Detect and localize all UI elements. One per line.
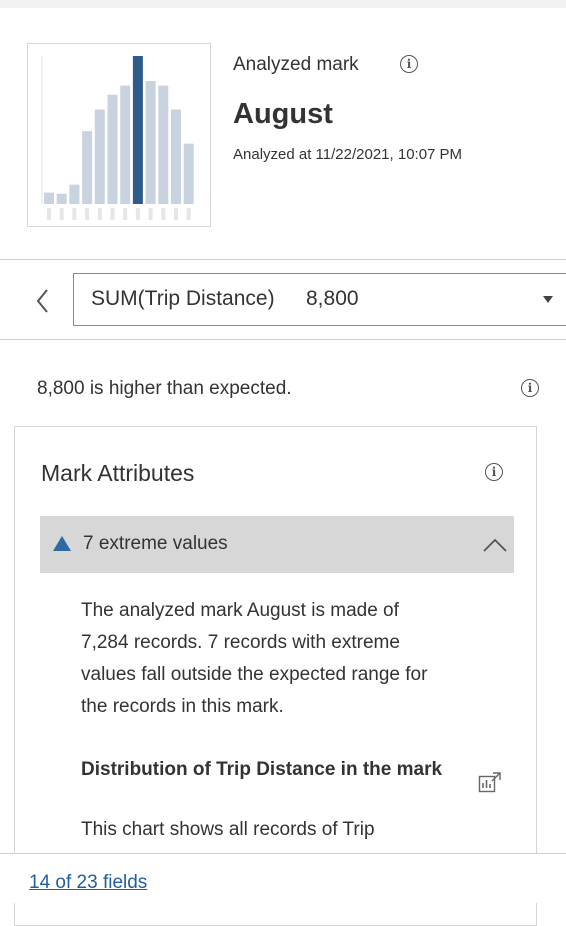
thumbnail-bar xyxy=(82,131,93,204)
open-chart-icon[interactable] xyxy=(478,771,502,793)
thumbnail-bar xyxy=(107,94,118,204)
top-strip xyxy=(0,0,566,8)
body-line: 7,284 records. 7 records with extreme xyxy=(81,632,400,653)
footer: 14 of 23 fields xyxy=(0,853,566,903)
measure-select[interactable]: SUM(Trip Distance) 8,800 xyxy=(73,273,566,326)
thumbnail-bar xyxy=(69,184,80,204)
distribution-description: This chart shows all records of Trip xyxy=(81,819,375,840)
thumbnail-bar xyxy=(171,109,181,204)
divider xyxy=(0,259,566,260)
thumbnail-tick-label xyxy=(161,208,166,220)
thumbnail-tick-label xyxy=(174,208,178,220)
thumbnail-tick-label xyxy=(47,208,51,220)
thumbnail-bar xyxy=(158,85,169,204)
thumbnail-bar xyxy=(44,192,54,204)
caret-down-icon xyxy=(543,296,553,303)
card-title: Mark Attributes xyxy=(41,460,195,486)
thumbnail-tick-label xyxy=(85,208,90,220)
analyzed-mark-label: Analyzed mark xyxy=(233,54,359,75)
thumbnail-tick-label xyxy=(123,208,128,220)
info-icon[interactable]: i xyxy=(485,463,503,481)
body-line: the records in this mark. xyxy=(81,696,284,717)
thumbnail-tick-label xyxy=(135,208,140,220)
analyzed-timestamp: Analyzed at 11/22/2021, 10:07 PM xyxy=(233,146,463,163)
thumbnail-tick-label xyxy=(186,208,191,220)
thumbnail-svg xyxy=(41,56,194,220)
info-icon[interactable]: i xyxy=(400,55,418,73)
accordion-label: 7 extreme values xyxy=(83,533,228,554)
accordion-body: The analyzed mark August is made of 7,28… xyxy=(81,595,511,723)
body-line: The analyzed mark August is made of xyxy=(81,600,399,621)
info-icon[interactable]: i xyxy=(521,379,539,397)
mark-attributes-card: Mark Attributes i 7 extreme values The a… xyxy=(14,426,537,926)
thumbnail-bar xyxy=(183,143,194,204)
measure-value: 8,800 xyxy=(306,287,359,310)
thumbnail-bar-highlighted xyxy=(132,56,143,204)
mark-title: August xyxy=(233,98,333,130)
thumbnail-tick-label xyxy=(148,208,153,220)
chevron-left-icon[interactable] xyxy=(33,287,53,315)
mark-thumbnail-chart xyxy=(27,43,211,227)
thumbnail-tick-label xyxy=(72,208,77,220)
thumbnail-bar xyxy=(56,193,67,204)
body-line: values fall outside the expected range f… xyxy=(81,664,428,685)
summary-text: 8,800 is higher than expected. xyxy=(37,378,292,399)
thumbnail-bar xyxy=(94,109,105,204)
measure-name: SUM(Trip Distance) xyxy=(91,287,275,310)
triangle-up-icon xyxy=(53,536,71,551)
chevron-up-icon[interactable] xyxy=(482,537,508,553)
distribution-title: Distribution of Trip Distance in the mar… xyxy=(81,759,443,780)
thumbnail-tick-label xyxy=(110,208,115,220)
thumbnail-tick-label xyxy=(59,208,64,220)
extreme-values-accordion[interactable]: 7 extreme values xyxy=(40,516,514,573)
thumbnail-bar xyxy=(120,85,131,204)
divider xyxy=(0,339,566,340)
thumbnail-bar xyxy=(145,81,156,204)
fields-count-link[interactable]: 14 of 23 fields xyxy=(29,872,147,894)
thumbnail-tick-label xyxy=(97,208,102,220)
